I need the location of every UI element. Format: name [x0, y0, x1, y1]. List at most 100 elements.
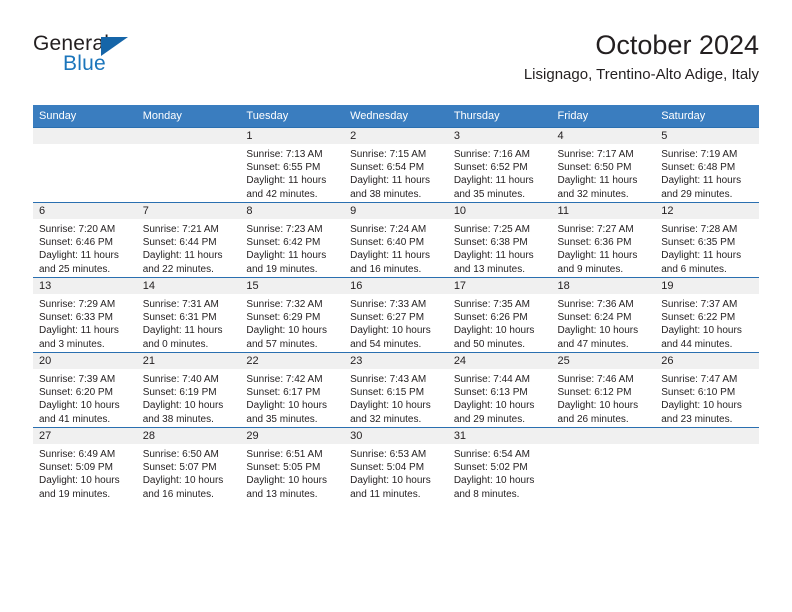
calendar-day-cell[interactable]: 6 Sunrise: 7:20 AM Sunset: 6:46 PM Daylight… — [33, 202, 137, 278]
day-details: Sunrise: 7:42 AM Sunset: 6:17 PM Daylight:… — [240, 369, 344, 426]
day-details: Sunrise: 7:24 AM Sunset: 6:40 PM Daylight:… — [344, 219, 448, 276]
daylight-duration-line2: and 38 minutes. — [142, 413, 214, 425]
day-number: 14 — [136, 278, 241, 294]
calendar-week-row: 20 Sunrise: 7:39 AM Sunset: 6:20 PM Dayligh… — [33, 352, 759, 428]
sunrise-time: Sunrise: 7:40 AM — [142, 374, 219, 385]
day-details: Sunrise: 7:27 AM Sunset: 6:36 PM Daylight:… — [552, 219, 656, 276]
calendar-day-cell[interactable]: 17 Sunrise: 7:35 AM Sunset: 6:26 PM Dayligh… — [447, 277, 552, 353]
day-details: Sunrise: 7:39 AM Sunset: 6:20 PM Daylight:… — [33, 369, 137, 426]
calendar-day-cell[interactable]: 28 Sunrise: 6:50 AM Sunset: 5:07 PM Dayligh… — [136, 427, 241, 502]
sunset-time: Sunset: 6:10 PM — [661, 387, 736, 399]
day-details: Sunrise: 7:33 AM Sunset: 6:27 PM Daylight:… — [344, 294, 448, 351]
calendar-day-cell[interactable]: 29 Sunrise: 6:51 AM Sunset: 5:05 PM Dayligh… — [240, 427, 345, 502]
sunset-time: Sunset: 6:36 PM — [557, 237, 632, 249]
calendar-day-cell[interactable]: 11 Sunrise: 7:27 AM Sunset: 6:36 PM Dayligh… — [551, 202, 656, 278]
day-details: Sunrise: 7:17 AM Sunset: 6:50 PM Daylight:… — [552, 144, 656, 201]
day-number: 15 — [240, 278, 345, 294]
weekday-header-friday: Friday — [551, 105, 656, 128]
sunset-time: Sunset: 5:05 PM — [246, 462, 321, 474]
day-number: 31 — [447, 428, 552, 444]
general-blue-logo[interactable]: General Blue — [33, 32, 233, 88]
sunset-time: Sunset: 6:46 PM — [39, 237, 113, 249]
calendar-day-cell[interactable]: 15 Sunrise: 7:32 AM Sunset: 6:29 PM Dayligh… — [240, 277, 345, 353]
day-details: Sunrise: 7:21 AM Sunset: 6:44 PM Daylight:… — [137, 219, 241, 276]
sunset-time: Sunset: 6:33 PM — [39, 312, 113, 324]
sunrise-time: Sunrise: 7:37 AM — [661, 299, 738, 310]
sunrise-time: Sunrise: 7:47 AM — [661, 374, 738, 385]
sunrise-time: Sunrise: 7:24 AM — [350, 224, 427, 235]
calendar-page: General Blue October 2024 Lisignago, Tre… — [0, 0, 792, 612]
daylight-duration-line2: and 0 minutes. — [142, 338, 209, 350]
day-number: 28 — [136, 428, 241, 444]
sunrise-sunset-calendar: Sunday Monday Tuesday Wednesday Thursday… — [33, 105, 759, 502]
daylight-duration-line2: and 8 minutes. — [453, 488, 520, 500]
calendar-day-cell[interactable]: 2 Sunrise: 7:15 AM Sunset: 6:54 PM Daylight… — [344, 127, 448, 203]
calendar-day-cell[interactable]: 22 Sunrise: 7:42 AM Sunset: 6:17 PM Dayligh… — [240, 352, 345, 428]
daylight-duration-line2: and 13 minutes. — [246, 488, 318, 500]
calendar-day-cell[interactable]: 7 Sunrise: 7:21 AM Sunset: 6:44 PM Daylight… — [136, 202, 241, 278]
sunrise-time: Sunrise: 6:51 AM — [246, 449, 323, 460]
day-details: Sunrise: 7:46 AM Sunset: 6:12 PM Daylight:… — [552, 369, 656, 426]
daylight-duration-line2: and 6 minutes. — [661, 263, 727, 275]
daylight-duration-line1: Daylight: 11 hours — [39, 250, 119, 262]
daylight-duration-line2: and 11 minutes. — [350, 488, 421, 500]
day-details — [137, 144, 241, 148]
sunrise-time: Sunrise: 7:42 AM — [246, 374, 323, 385]
daylight-duration-line1: Daylight: 10 hours — [246, 475, 328, 487]
calendar-day-cell[interactable]: 14 Sunrise: 7:31 AM Sunset: 6:31 PM Dayligh… — [136, 277, 241, 353]
calendar-day-cell[interactable]: 18 Sunrise: 7:36 AM Sunset: 6:24 PM Dayligh… — [551, 277, 656, 353]
day-details: Sunrise: 7:23 AM Sunset: 6:42 PM Daylight:… — [240, 219, 344, 276]
day-number: 2 — [344, 128, 448, 144]
sunrise-time: Sunrise: 7:35 AM — [453, 299, 530, 310]
sunrise-time: Sunrise: 6:53 AM — [350, 449, 427, 460]
day-number: 18 — [551, 278, 656, 294]
calendar-day-cell[interactable]: 26 Sunrise: 7:47 AM Sunset: 6:10 PM Dayligh… — [655, 352, 759, 428]
calendar-day-cell[interactable]: 24 Sunrise: 7:44 AM Sunset: 6:13 PM Dayligh… — [447, 352, 552, 428]
calendar-day-cell[interactable]: 12 Sunrise: 7:28 AM Sunset: 6:35 PM Dayligh… — [655, 202, 759, 278]
sunrise-time: Sunrise: 7:33 AM — [350, 299, 427, 310]
day-details: Sunrise: 6:54 AM Sunset: 5:02 PM Daylight:… — [448, 444, 552, 501]
day-number: 30 — [344, 428, 448, 444]
calendar-day-cell[interactable]: 9 Sunrise: 7:24 AM Sunset: 6:40 PM Daylight… — [344, 202, 448, 278]
sunset-time: Sunset: 6:15 PM — [350, 387, 425, 399]
calendar-day-cell[interactable]: 30 Sunrise: 6:53 AM Sunset: 5:04 PM Dayligh… — [344, 427, 448, 502]
calendar-day-cell[interactable]: 21 Sunrise: 7:40 AM Sunset: 6:19 PM Dayligh… — [136, 352, 241, 428]
calendar-day-cell[interactable]: 19 Sunrise: 7:37 AM Sunset: 6:22 PM Dayligh… — [655, 277, 759, 353]
daylight-duration-line1: Daylight: 11 hours — [453, 250, 534, 262]
daylight-duration-line2: and 57 minutes. — [246, 338, 318, 350]
sunrise-time: Sunrise: 7:21 AM — [142, 224, 219, 235]
calendar-day-cell[interactable]: 1 Sunrise: 7:13 AM Sunset: 6:55 PM Daylight… — [240, 127, 345, 203]
day-number: 9 — [344, 203, 448, 219]
calendar-day-cell[interactable]: 27 Sunrise: 6:49 AM Sunset: 5:09 PM Dayligh… — [33, 427, 137, 502]
calendar-day-cell-empty — [655, 427, 759, 502]
daylight-duration-line2: and 16 minutes. — [350, 263, 422, 275]
day-number: 6 — [33, 203, 137, 219]
daylight-duration-line1: Daylight: 11 hours — [142, 250, 223, 262]
sunset-time: Sunset: 6:48 PM — [661, 162, 736, 174]
calendar-day-cell[interactable]: 8 Sunrise: 7:23 AM Sunset: 6:42 PM Daylight… — [240, 202, 345, 278]
calendar-week-row: 1 Sunrise: 7:13 AM Sunset: 6:55 PM Daylight… — [33, 127, 759, 203]
calendar-day-cell[interactable]: 13 Sunrise: 7:29 AM Sunset: 6:33 PM Dayligh… — [33, 277, 137, 353]
day-details: Sunrise: 7:19 AM Sunset: 6:48 PM Daylight:… — [655, 144, 759, 201]
daylight-duration-line1: Daylight: 10 hours — [453, 400, 535, 412]
day-number: 1 — [240, 128, 345, 144]
calendar-day-cell[interactable]: 16 Sunrise: 7:33 AM Sunset: 6:27 PM Dayligh… — [344, 277, 448, 353]
calendar-day-cell[interactable]: 31 Sunrise: 6:54 AM Sunset: 5:02 PM Dayligh… — [447, 427, 552, 502]
daylight-duration-line1: Daylight: 10 hours — [661, 325, 742, 337]
sunset-time: Sunset: 6:42 PM — [246, 237, 321, 249]
calendar-day-cell[interactable]: 10 Sunrise: 7:25 AM Sunset: 6:38 PM Dayligh… — [447, 202, 552, 278]
daylight-duration-line1: Daylight: 11 hours — [661, 250, 742, 262]
title-block: October 2024 Lisignago, Trentino-Alto Ad… — [524, 28, 759, 86]
calendar-body: 1 Sunrise: 7:13 AM Sunset: 6:55 PM Daylight… — [33, 127, 759, 502]
calendar-day-cell[interactable]: 20 Sunrise: 7:39 AM Sunset: 6:20 PM Dayligh… — [33, 352, 137, 428]
sunset-time: Sunset: 6:35 PM — [661, 237, 736, 249]
calendar-day-cell[interactable]: 3 Sunrise: 7:16 AM Sunset: 6:52 PM Daylight… — [447, 127, 552, 203]
day-number: 25 — [551, 353, 656, 369]
calendar-day-cell[interactable]: 4 Sunrise: 7:17 AM Sunset: 6:50 PM Daylight… — [551, 127, 656, 203]
daylight-duration-line2: and 16 minutes. — [142, 488, 214, 500]
day-number: 16 — [344, 278, 448, 294]
calendar-day-cell[interactable]: 25 Sunrise: 7:46 AM Sunset: 6:12 PM Dayligh… — [551, 352, 656, 428]
daylight-duration-line2: and 32 minutes. — [557, 188, 629, 200]
calendar-day-cell[interactable]: 23 Sunrise: 7:43 AM Sunset: 6:15 PM Dayligh… — [344, 352, 448, 428]
calendar-day-cell[interactable]: 5 Sunrise: 7:19 AM Sunset: 6:48 PM Daylight… — [655, 127, 759, 203]
